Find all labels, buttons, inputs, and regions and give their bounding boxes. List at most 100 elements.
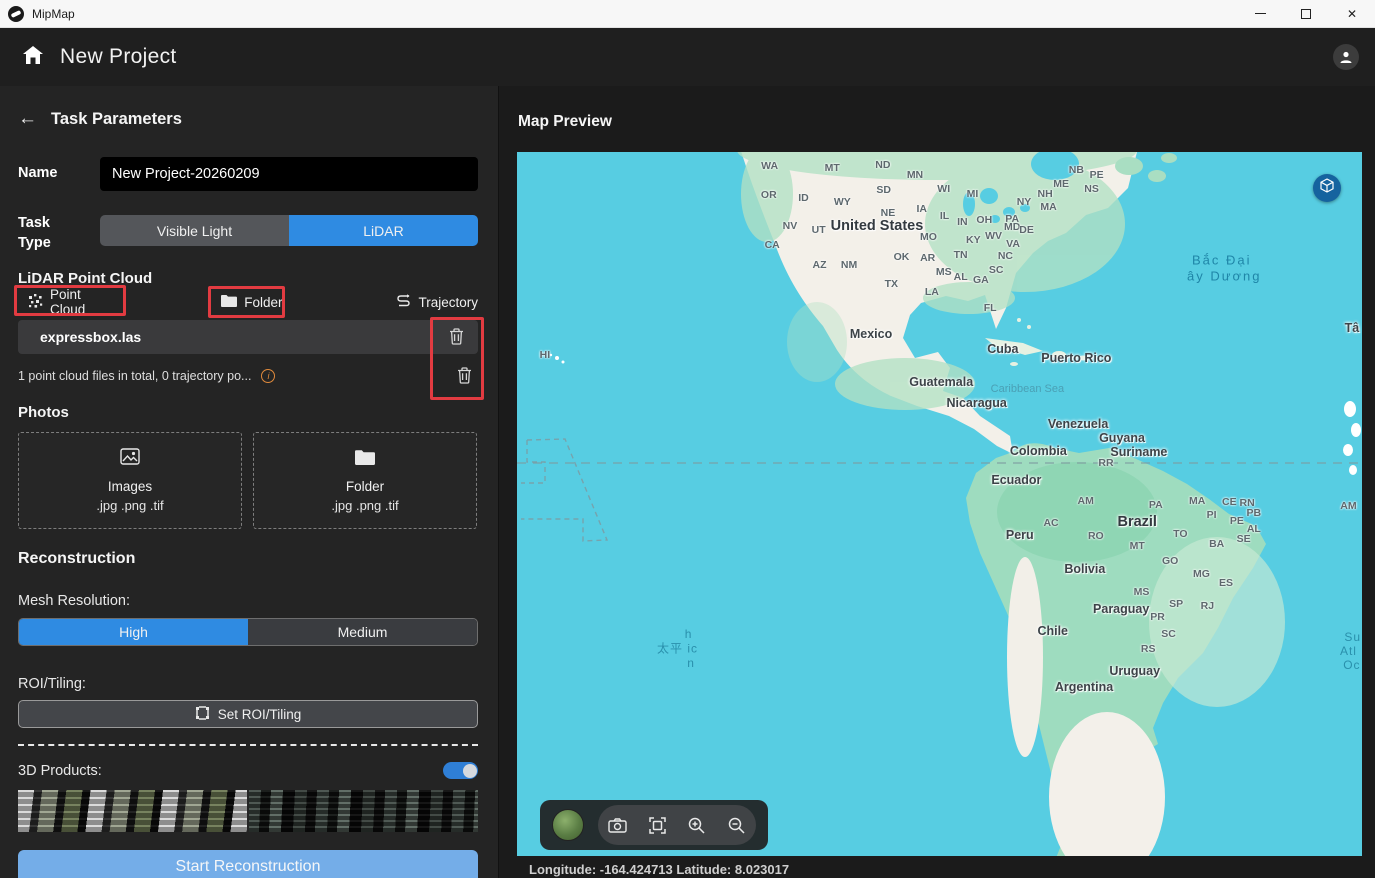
map-label: MT xyxy=(1130,540,1145,552)
roi-crop-icon xyxy=(195,706,210,723)
map-tools-group xyxy=(598,805,756,845)
products-label: 3D Products: xyxy=(18,763,102,779)
map-label: SP xyxy=(1169,598,1183,610)
map-label: WV xyxy=(985,230,1002,242)
map-label: NY xyxy=(1017,196,1032,208)
app-name: MipMap xyxy=(32,7,75,21)
map-label: SC xyxy=(989,264,1004,276)
start-reconstruction-button[interactable]: Start Reconstruction xyxy=(18,850,478,878)
tab-folder[interactable]: Folder xyxy=(221,294,282,310)
map-3d-toggle-button[interactable] xyxy=(1313,174,1341,202)
tab-trajectory[interactable]: Trajectory xyxy=(396,294,478,310)
task-type-lidar-button[interactable]: LiDAR xyxy=(289,215,478,246)
map-label: Colombia xyxy=(1010,444,1067,458)
map-label: WY xyxy=(834,196,851,208)
map-label: VA xyxy=(1006,238,1020,250)
screenshot-camera-icon[interactable] xyxy=(603,810,633,840)
zoom-in-icon[interactable] xyxy=(682,810,712,840)
map-label: SE xyxy=(1237,533,1251,545)
map-label: NH xyxy=(1038,188,1053,200)
map-label: IN xyxy=(957,216,968,228)
delete-all-icon[interactable] xyxy=(457,367,472,389)
map-label: Ecuador xyxy=(991,473,1041,487)
map-label: IA xyxy=(917,203,928,215)
fit-extent-icon[interactable] xyxy=(642,810,672,840)
map-label: Mexico xyxy=(850,327,892,341)
tab-point-cloud[interactable]: Point Cloud xyxy=(28,287,105,317)
mesh-medium-button[interactable]: Medium xyxy=(248,619,477,645)
map-label: Paraguay xyxy=(1093,602,1149,616)
map-coordinates: Longitude: -164.424713 Latitude: 8.02301… xyxy=(529,862,789,877)
map-label: Chile xyxy=(1037,624,1068,638)
map-label: PI xyxy=(1207,509,1217,521)
map-label: PE xyxy=(1090,169,1104,181)
product-thumbnail-mesh[interactable] xyxy=(18,790,247,832)
info-icon[interactable]: i xyxy=(261,369,275,383)
task-parameters-panel: ← Task Parameters Name Task Type Visible… xyxy=(0,86,499,878)
map-label: MG xyxy=(1193,568,1210,580)
map-label: PR xyxy=(1150,611,1165,623)
back-button[interactable]: ← xyxy=(18,108,37,130)
map-canvas[interactable]: United StatesMexicoCubaPuerto RicoGuatem… xyxy=(517,152,1362,856)
add-folder-card[interactable]: Folder .jpg .png .tif xyxy=(253,432,477,529)
images-card-formats: .jpg .png .tif xyxy=(96,498,163,513)
map-label: Atl xyxy=(1340,644,1357,658)
map-label: FL xyxy=(984,302,997,314)
map-label: SD xyxy=(876,184,891,196)
map-label: Suriname xyxy=(1110,445,1167,459)
app-logo-icon xyxy=(8,6,24,22)
product-thumbnail-pointcloud[interactable] xyxy=(249,790,478,832)
folder-icon xyxy=(355,449,375,470)
map-label: AC xyxy=(1043,517,1058,529)
add-images-card[interactable]: Images .jpg .png .tif xyxy=(18,432,242,529)
products-toggle[interactable] xyxy=(443,762,478,779)
project-name-input[interactable] xyxy=(100,157,478,191)
name-label: Name xyxy=(18,165,58,181)
map-label: WI xyxy=(937,183,950,195)
map-label: MS xyxy=(1134,586,1150,598)
map-toolbar xyxy=(540,800,768,850)
task-type-label: Task Type xyxy=(18,213,76,253)
point-cloud-file-row[interactable]: expressbox.las xyxy=(18,320,478,354)
map-label: OR xyxy=(761,189,777,201)
mesh-high-button[interactable]: High xyxy=(19,619,248,645)
user-avatar[interactable] xyxy=(1333,44,1359,70)
map-label: Puerto Rico xyxy=(1041,351,1111,365)
map-label: PE xyxy=(1230,515,1244,527)
map-label: NE xyxy=(881,207,896,219)
map-label: ID xyxy=(798,192,809,204)
map-label: Venezuela xyxy=(1048,417,1108,431)
task-type-visible-light-button[interactable]: Visible Light xyxy=(100,215,289,246)
zoom-out-icon[interactable] xyxy=(721,810,751,840)
map-label: Bolivia xyxy=(1064,562,1105,576)
map-label: Brazil xyxy=(1117,514,1157,530)
map-label: WA xyxy=(761,160,778,172)
map-label: NV xyxy=(783,220,798,232)
map-label: KY xyxy=(966,234,981,246)
section-title: Task Parameters xyxy=(51,110,182,129)
map-label: AZ xyxy=(813,259,827,271)
images-card-label: Images xyxy=(108,479,152,494)
image-icon xyxy=(120,448,140,470)
roi-tiling-label: ROI/Tiling: xyxy=(18,676,86,692)
close-button[interactable]: ✕ xyxy=(1329,0,1375,27)
map-label: RJ xyxy=(1201,600,1214,612)
mesh-resolution-label: Mesh Resolution: xyxy=(18,593,130,609)
map-label: MO xyxy=(920,231,937,243)
minimize-button[interactable] xyxy=(1237,0,1283,27)
map-label: AM xyxy=(1340,500,1356,512)
map-label: HI xyxy=(540,349,551,361)
folder-card-label: Folder xyxy=(346,479,384,494)
basemap-thumbnail[interactable] xyxy=(552,809,584,841)
cube-icon xyxy=(1320,178,1334,198)
maximize-button[interactable] xyxy=(1283,0,1329,27)
lidar-section-title: LiDAR Point Cloud xyxy=(18,270,152,287)
map-label: AM xyxy=(1078,495,1094,507)
file-summary-row: 1 point cloud files in total, 0 trajecto… xyxy=(18,369,275,383)
delete-file-icon[interactable] xyxy=(449,328,464,350)
map-label: Guatemala xyxy=(909,375,973,389)
map-label: RO xyxy=(1088,530,1104,542)
set-roi-tiling-button[interactable]: Set ROI/Tiling xyxy=(18,700,478,728)
map-label: NC xyxy=(998,250,1013,262)
home-icon[interactable] xyxy=(22,45,44,70)
